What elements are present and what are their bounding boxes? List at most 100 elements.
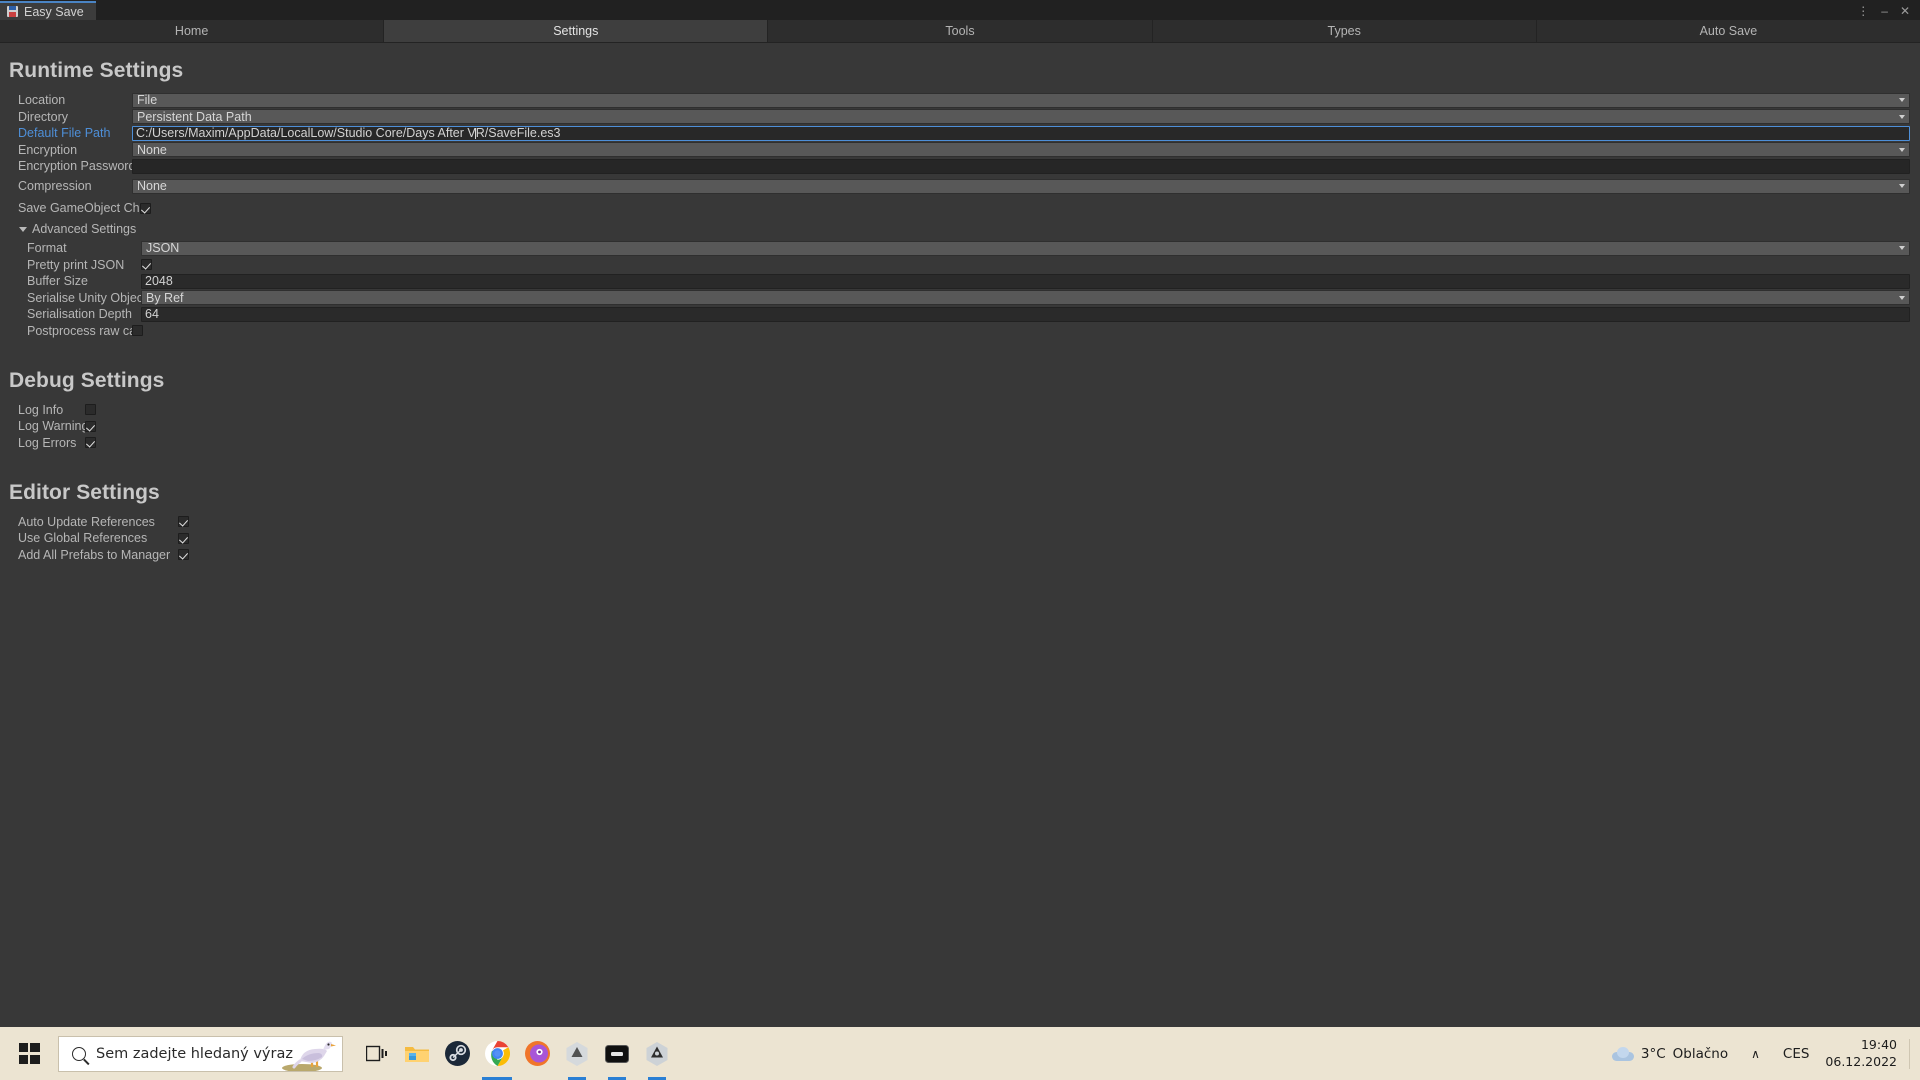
tab-home-label: Home — [174, 24, 209, 38]
language-indicator[interactable]: CES — [1773, 1046, 1820, 1062]
tab-settings-label: Settings — [553, 24, 599, 38]
serialisation-depth-label: Serialisation Depth — [27, 307, 132, 321]
start-button[interactable] — [0, 1027, 58, 1080]
tab-tools[interactable]: Tools — [768, 20, 1153, 42]
encryption-password-input[interactable] — [132, 158, 1910, 174]
advanced-settings-foldout[interactable]: Advanced Settings — [0, 221, 1920, 237]
row-auto-update-references: Auto Update References — [0, 514, 1920, 530]
directory-dropdown[interactable]: Persistent Data Path — [132, 109, 1910, 124]
serialisation-depth-input[interactable]: 64 — [141, 306, 1910, 322]
pretty-print-json-checkbox[interactable] — [141, 259, 152, 270]
window-menu-icon[interactable]: ⋮ — [1857, 5, 1869, 17]
row-log-info: Log Info — [0, 402, 1920, 418]
unity-editor-icon[interactable] — [637, 1027, 677, 1080]
log-info-label: Log Info — [18, 402, 64, 417]
save-gameobject-children-checkbox[interactable] — [140, 202, 151, 214]
encryption-value: None — [137, 142, 167, 157]
location-dropdown[interactable]: File — [132, 92, 1910, 108]
pretty-print-json-label: Pretty print JSON — [27, 257, 125, 272]
row-default-file-path: Default File Path C:/Users/Maxim/AppData… — [0, 125, 1920, 141]
row-serialisation-depth: Serialisation Depth 64 — [0, 306, 1920, 322]
log-warnings-checkbox[interactable] — [85, 420, 96, 432]
taskbar-search-placeholder: Sem zadejte hledaný výraz — [96, 1045, 293, 1062]
row-use-global-references: Use Global References — [0, 530, 1920, 546]
row-buffer-size: Buffer Size 2048 — [0, 273, 1920, 289]
tab-settings[interactable]: Settings — [384, 20, 769, 42]
terminal-icon[interactable] — [597, 1027, 637, 1080]
easy-save-window: Easy Save ⋮ – ✕ Home Settings Tools Type… — [0, 0, 1920, 1027]
postprocess-raw-cached-data-label: Postprocess raw cached dat — [27, 323, 132, 338]
location-value: File — [137, 93, 158, 107]
format-value: JSON — [146, 241, 180, 255]
window-titlebar: Easy Save ⋮ – ✕ — [0, 0, 1920, 20]
search-icon — [72, 1046, 86, 1061]
auto-update-references-checkbox[interactable] — [178, 516, 189, 527]
weather-condition: Oblačno — [1672, 1045, 1729, 1062]
postprocess-raw-cached-data-checkbox[interactable] — [132, 325, 143, 336]
default-file-path-input[interactable]: C:/Users/Maxim/AppData/LocalLow/Studio C… — [132, 125, 1910, 141]
location-label: Location — [18, 93, 66, 107]
easy-save-floppy-icon — [7, 6, 18, 17]
default-file-path-value-after-caret: R/SaveFile.es3 — [475, 126, 561, 140]
settings-content: Runtime Settings Location File Directory… — [0, 43, 1920, 1027]
buffer-size-input[interactable]: 2048 — [141, 273, 1910, 289]
buffer-size-label: Buffer Size — [27, 274, 88, 288]
row-serialise-unity-object-fields: Serialise Unity Object fields By Ref — [0, 290, 1920, 306]
window-tab-easy-save[interactable]: Easy Save — [0, 1, 96, 20]
format-dropdown[interactable]: JSON — [141, 240, 1910, 256]
row-compression: Compression None — [0, 178, 1920, 194]
tab-auto-save-label: Auto Save — [1699, 24, 1758, 38]
main-tabbar: Home Settings Tools Types Auto Save — [0, 20, 1920, 43]
serialise-unity-object-fields-dropdown[interactable]: By Ref — [141, 290, 1910, 305]
log-warnings-label: Log Warnings — [18, 419, 85, 433]
file-explorer-icon[interactable] — [397, 1027, 437, 1080]
triangle-down-icon — [19, 226, 27, 232]
encryption-dropdown[interactable]: None — [132, 142, 1910, 157]
runtime-settings-heading: Runtime Settings — [9, 59, 184, 82]
tab-types[interactable]: Types — [1152, 20, 1537, 42]
taskbar-items — [357, 1027, 677, 1080]
row-encryption-password: Encryption Password — [0, 158, 1920, 174]
debug-settings-heading: Debug Settings — [9, 368, 165, 392]
weather-widget[interactable]: 3°C Oblačno — [1602, 1046, 1738, 1062]
auto-update-references-label: Auto Update References — [18, 514, 155, 529]
google-chrome-icon[interactable] — [477, 1027, 517, 1080]
advanced-settings-label: Advanced Settings — [32, 222, 137, 236]
show-hidden-icons-chevron-icon[interactable]: ∧ — [1738, 1047, 1773, 1061]
window-minimize-icon[interactable]: – — [1881, 5, 1888, 17]
opera-icon[interactable] — [517, 1027, 557, 1080]
clock-time: 19:40 — [1860, 1036, 1897, 1052]
show-desktop-button[interactable] — [1909, 1038, 1910, 1069]
windows-taskbar: Sem zadejte hledaný výraz 3°C Oblačno ∧ … — [0, 1027, 1920, 1080]
compression-dropdown[interactable]: None — [132, 178, 1910, 194]
unity-hub-icon[interactable] — [557, 1027, 597, 1080]
row-log-warnings: Log Warnings — [0, 418, 1920, 434]
row-directory: Directory Persistent Data Path — [0, 109, 1920, 125]
add-all-prefabs-to-manager-checkbox[interactable] — [178, 549, 189, 560]
log-info-checkbox[interactable] — [85, 404, 96, 415]
clock[interactable]: 19:40 06.12.2022 — [1819, 1037, 1909, 1071]
save-gameobject-children-label: Save GameObject Children — [18, 201, 140, 215]
heron-illustration-icon — [282, 1041, 336, 1071]
cloud-icon — [1611, 1046, 1634, 1061]
row-postprocess-raw-cached-data: Postprocess raw cached dat — [0, 323, 1920, 339]
window-close-icon[interactable]: ✕ — [1900, 5, 1910, 17]
tab-home[interactable]: Home — [0, 20, 385, 42]
directory-label: Directory — [18, 109, 69, 124]
chevron-down-icon — [1899, 114, 1905, 119]
row-pretty-print-json: Pretty print JSON — [0, 257, 1920, 273]
taskbar-search-input[interactable]: Sem zadejte hledaný výraz — [58, 1035, 343, 1072]
compression-label: Compression — [18, 179, 92, 193]
tab-auto-save[interactable]: Auto Save — [1536, 20, 1920, 42]
system-tray: 3°C Oblačno ∧ CES 19:40 06.12.2022 — [1602, 1027, 1920, 1080]
default-file-path-value-before-caret: C:/Users/Maxim/AppData/LocalLow/Studio C… — [136, 126, 476, 140]
tab-types-label: Types — [1327, 24, 1361, 38]
use-global-references-checkbox[interactable] — [178, 532, 189, 544]
steam-icon[interactable] — [437, 1027, 477, 1080]
chevron-down-icon — [1899, 184, 1905, 188]
log-errors-checkbox[interactable] — [85, 437, 96, 448]
task-view-icon[interactable] — [357, 1027, 397, 1080]
default-file-path-label: Default File Path — [18, 126, 111, 140]
row-add-all-prefabs-to-manager: Add All Prefabs to Manager — [0, 547, 1920, 563]
serialise-unity-object-fields-label: Serialise Unity Object fields — [27, 290, 141, 305]
